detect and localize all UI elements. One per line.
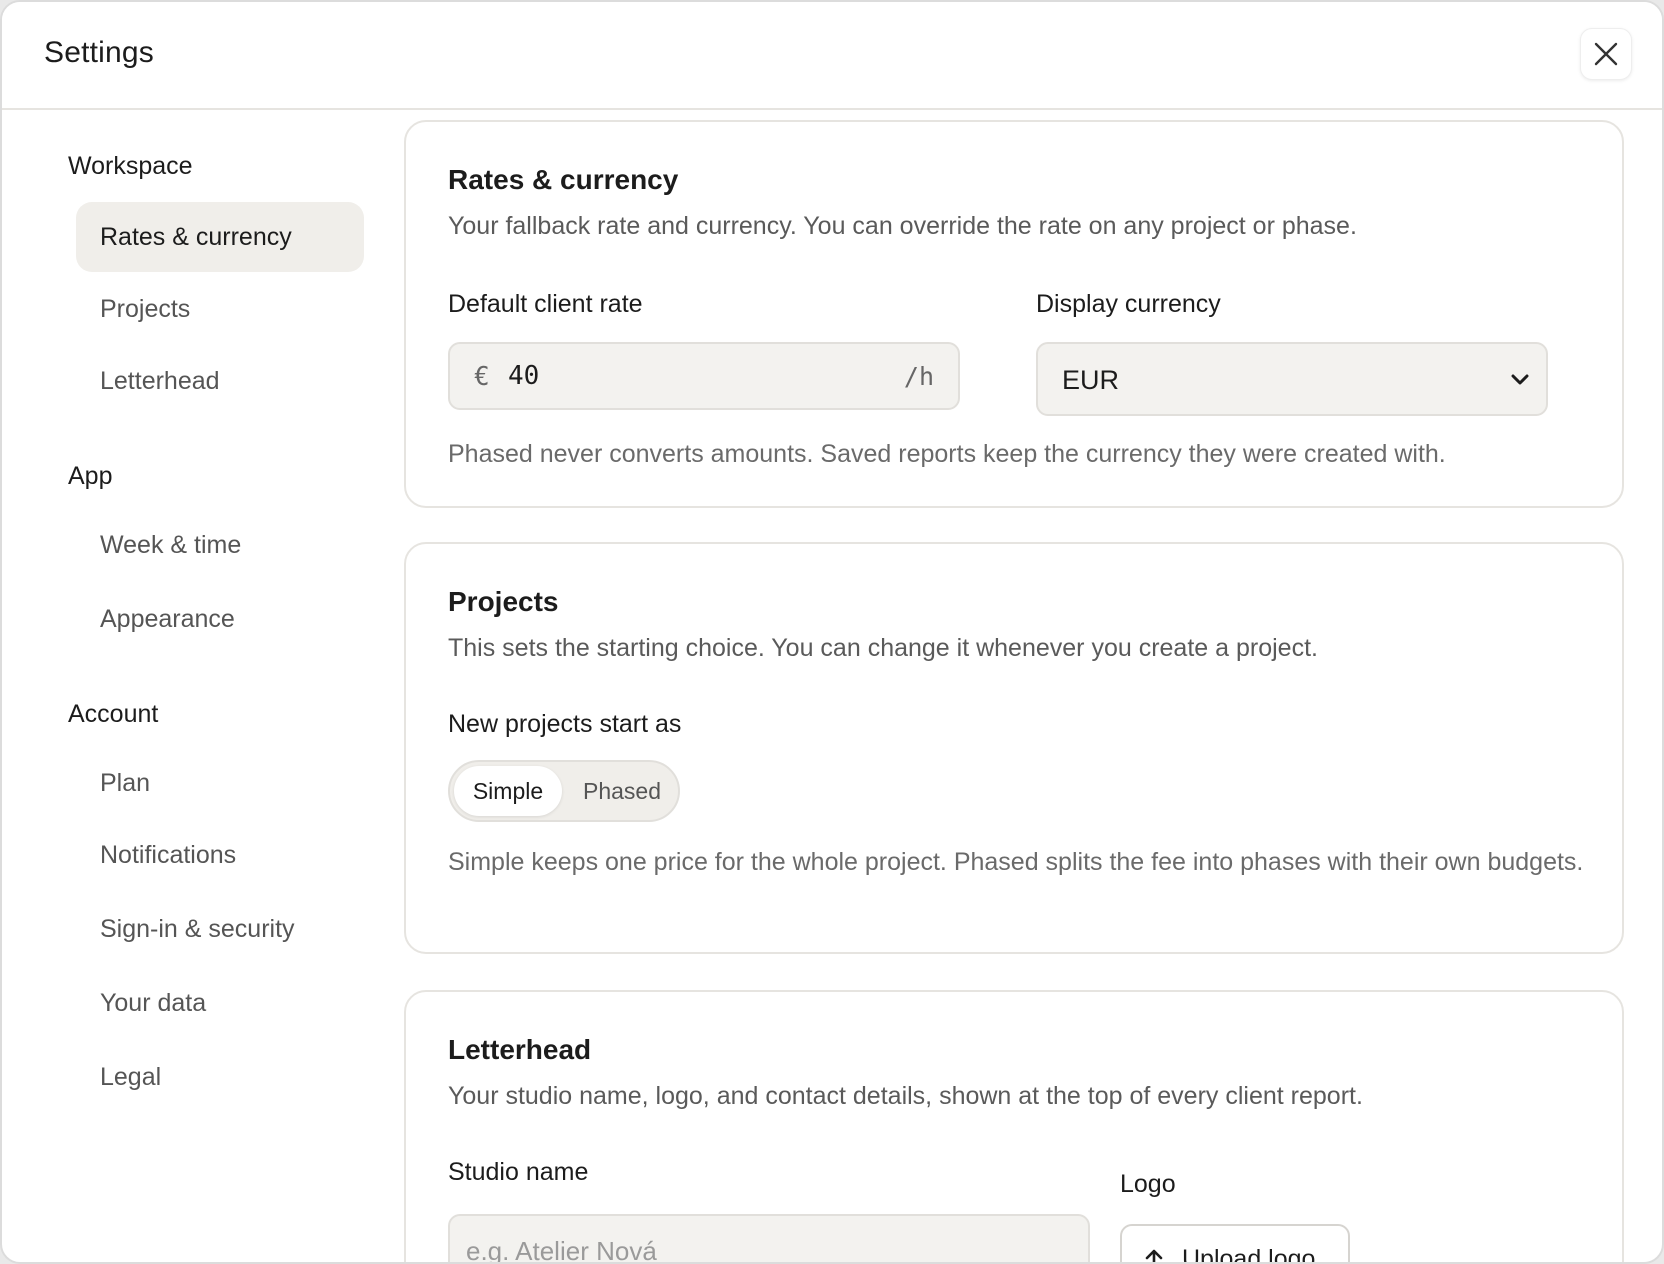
studio-name-label: Studio name [448, 1158, 589, 1186]
rate-unit: /h [903, 362, 934, 391]
sidebar-item-legal[interactable]: Legal [76, 1042, 364, 1112]
display-currency-select[interactable]: EUR [1036, 342, 1548, 416]
rates-card-title: Rates & currency [448, 164, 679, 195]
sidebar-group-app: App [68, 462, 113, 490]
studio-name-placeholder: e.g. Atelier Nová [466, 1236, 657, 1264]
projects-card: Projects This sets the starting choice. … [404, 542, 1624, 954]
upload-logo-label: Upload logo [1182, 1244, 1316, 1264]
rates-card-description: Your fallback rate and currency. You can… [448, 212, 1357, 240]
sidebar-item-week-time[interactable]: Week & time [76, 510, 364, 580]
default-rate-input[interactable]: € 40 /h [448, 342, 960, 410]
currency-selected-value: EUR [1062, 365, 1120, 395]
display-currency-label: Display currency [1036, 290, 1221, 318]
upload-logo-button[interactable]: Upload logo [1120, 1224, 1350, 1264]
sidebar-item-plan[interactable]: Plan [76, 748, 364, 818]
rates-currency-card: Rates & currency Your fallback rate and … [404, 120, 1624, 508]
sidebar-item-letterhead[interactable]: Letterhead [76, 346, 364, 416]
chevron-down-icon [1511, 374, 1529, 385]
option-phased[interactable]: Phased [568, 766, 676, 816]
rate-value: 40 [508, 361, 540, 391]
close-icon [1594, 42, 1618, 66]
settings-sidebar: Workspace Rates & currency Projects Lett… [2, 110, 382, 1262]
close-button[interactable] [1580, 28, 1632, 80]
sidebar-item-your-data[interactable]: Your data [76, 968, 364, 1038]
letterhead-card: Letterhead Your studio name, logo, and c… [404, 990, 1624, 1264]
sidebar-item-appearance[interactable]: Appearance [76, 584, 364, 654]
sidebar-item-sign-in-security[interactable]: Sign-in & security [76, 894, 364, 964]
projects-card-title: Projects [448, 586, 559, 617]
project-type-toggle: Simple Phased [448, 760, 680, 822]
sidebar-group-account: Account [68, 700, 159, 728]
projects-note: Simple keeps one price for the whole pro… [448, 848, 1584, 876]
sidebar-item-rates-currency[interactable]: Rates & currency [76, 202, 364, 272]
projects-card-description: This sets the starting choice. You can c… [448, 634, 1318, 662]
page-title: Settings [44, 36, 154, 69]
start-as-label: New projects start as [448, 710, 682, 738]
upload-icon [1145, 1249, 1163, 1262]
sidebar-item-projects[interactable]: Projects [76, 274, 364, 344]
dialog-header: Settings [2, 2, 1662, 110]
letterhead-card-title: Letterhead [448, 1034, 592, 1065]
option-simple[interactable]: Simple [454, 766, 562, 816]
sidebar-group-workspace: Workspace [68, 152, 193, 180]
studio-name-input[interactable]: e.g. Atelier Nová [448, 1214, 1090, 1264]
currency-symbol: € [474, 362, 490, 392]
sidebar-item-notifications[interactable]: Notifications [76, 820, 364, 890]
letterhead-card-description: Your studio name, logo, and contact deta… [448, 1082, 1363, 1110]
rates-note: Phased never converts amounts. Saved rep… [448, 440, 1446, 468]
settings-dialog: Settings Workspace Rates & currency Proj… [0, 0, 1664, 1264]
default-rate-label: Default client rate [448, 290, 643, 318]
logo-label: Logo [1120, 1170, 1176, 1198]
settings-content: Rates & currency Your fallback rate and … [404, 110, 1626, 1264]
